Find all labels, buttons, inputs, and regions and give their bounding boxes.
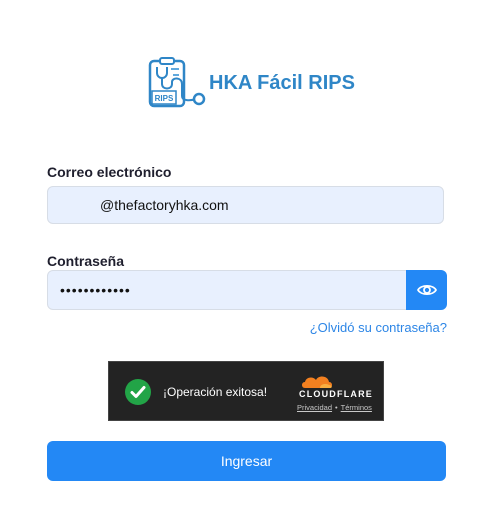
app-title: HKA Fácil RIPS <box>209 72 355 94</box>
password-field-container <box>47 270 407 310</box>
cloudflare-captcha: ¡Operación exitosa! CLOUDFLARE Privacida… <box>108 361 384 421</box>
captcha-status: ¡Operación exitosa! <box>163 385 268 399</box>
forgot-password-link[interactable]: ¿Olvidó su contraseña? <box>310 320 447 335</box>
app-logo: RIPS HKA Fácil RIPS <box>143 55 363 115</box>
password-label: Contraseña <box>47 253 125 269</box>
privacy-link[interactable]: Privacidad <box>297 403 332 412</box>
email-label: Correo electrónico <box>47 164 172 180</box>
captcha-links: Privacidad • Términos <box>297 403 372 412</box>
cloudflare-brand: CLOUDFLARE <box>299 389 373 399</box>
logo-badge-text: RIPS <box>155 94 174 103</box>
eye-icon <box>416 284 437 296</box>
email-field[interactable] <box>48 187 443 223</box>
terms-link[interactable]: Términos <box>341 403 372 412</box>
email-field-container <box>47 186 444 224</box>
link-separator: • <box>335 403 338 412</box>
toggle-password-button[interactable] <box>406 270 447 310</box>
cloudflare-cloud-icon <box>302 376 332 388</box>
medical-clipboard-icon: RIPS <box>148 57 206 108</box>
password-field[interactable] <box>48 271 406 309</box>
check-circle-icon <box>125 379 151 405</box>
login-button[interactable]: Ingresar <box>47 441 446 481</box>
